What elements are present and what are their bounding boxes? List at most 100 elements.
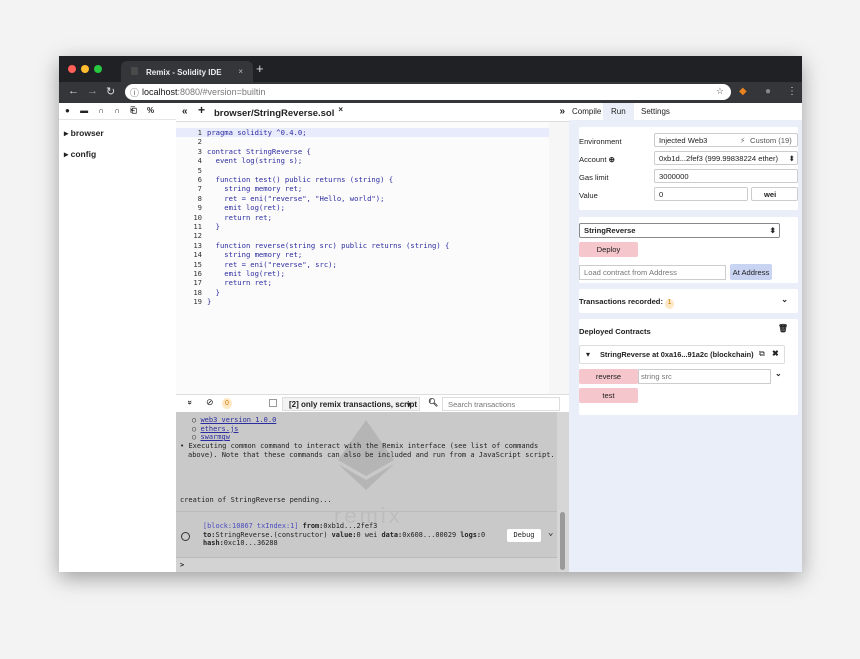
reverse-function-button[interactable]: reverse <box>579 369 638 384</box>
profile-avatar-icon[interactable]: ● <box>765 86 771 97</box>
expand-tx-chevron-icon[interactable]: ⌄ <box>548 528 553 538</box>
ethers-link[interactable]: ethers.js <box>200 425 238 433</box>
url-field[interactable]: ⓘ localhost:8080/#version=builtin ☆ <box>125 84 731 100</box>
value-unit-select[interactable]: wei <box>751 187 798 201</box>
chrome-menu-icon[interactable]: ⋮ <box>787 86 797 97</box>
remove-instance-icon[interactable]: ✖ <box>772 349 779 358</box>
terminal-scrollbar-thumb[interactable] <box>560 512 565 570</box>
info-icon[interactable]: ⓘ <box>130 86 139 99</box>
code-line[interactable]: 7 string memory ret; <box>176 184 549 193</box>
tab-run[interactable]: Run <box>603 103 634 120</box>
code-line[interactable]: 13 function reverse(string src) public r… <box>176 241 549 250</box>
code-line[interactable]: 12 <box>176 231 549 240</box>
forward-arrow-icon[interactable]: → <box>87 85 98 97</box>
close-window-button[interactable] <box>68 65 76 73</box>
code-line[interactable]: 19} <box>176 297 549 306</box>
github-gist-icon[interactable]: ∩ <box>98 106 104 115</box>
code-line[interactable]: 5 <box>176 166 549 175</box>
publish-gist-icon[interactable]: ∩ <box>114 106 120 115</box>
line-number: 14 <box>193 250 202 260</box>
terminal-scrollbar[interactable] <box>557 412 569 572</box>
tab-compile[interactable]: Compile <box>572 107 601 116</box>
back-arrow-icon[interactable]: ← <box>68 85 79 97</box>
transactions-recorded-card[interactable]: Transactions recorded: 1 ⌄ <box>579 289 798 313</box>
gas-limit-input[interactable]: 3000000 <box>654 169 798 183</box>
debug-button[interactable]: Debug <box>507 529 541 542</box>
expand-args-chevron-icon[interactable]: ⌄ <box>775 369 782 378</box>
deployed-instance-header[interactable]: ▾ StringReverse at 0xa16...91a2c (blockc… <box>579 345 785 364</box>
code-line[interactable]: 16 emit log(ret); <box>176 269 549 278</box>
code-line[interactable]: 6 function test() public returns (string… <box>176 175 549 184</box>
close-tab-icon[interactable]: × <box>238 67 243 76</box>
code-line[interactable]: 2 <box>176 137 549 146</box>
reverse-args-input[interactable] <box>638 369 771 384</box>
close-editor-tab-icon[interactable]: × <box>338 105 343 114</box>
add-account-icon[interactable]: ⊕ <box>609 155 615 164</box>
at-address-button[interactable]: At Address <box>730 264 772 280</box>
web3-link[interactable]: web3 version 1.0.0 <box>200 416 276 424</box>
editor-scrollbar[interactable] <box>549 122 569 394</box>
code-line[interactable]: 18 } <box>176 288 549 297</box>
tree-item-browser[interactable]: ▸ browser <box>64 128 176 139</box>
line-number: 4 <box>197 156 202 166</box>
tx-log-entry[interactable]: [block:10867 txIndex:1] from:0xb1d...2fe… <box>176 522 569 552</box>
clear-console-icon[interactable]: ⊘ <box>206 397 214 408</box>
toggle-terminal-icon[interactable]: » <box>186 400 195 404</box>
listen-checkbox[interactable] <box>269 399 277 407</box>
editor-tab-stringreverse[interactable]: browser/StringReverse.sol × <box>214 105 343 119</box>
code-editor[interactable]: 1 pragma solidity ^0.4.0; 2 3 contract Strin… <box>176 122 549 394</box>
minimize-window-button[interactable] <box>81 65 89 73</box>
file-explorer-panel: ● ▬ ∩ ∩ ⎗ % ▸ browser ▸ config <box>59 103 176 572</box>
create-file-icon[interactable]: ● <box>65 106 70 115</box>
tx-from: 0xb1d...2fef3 <box>323 522 378 530</box>
url-host: localhost <box>142 87 178 97</box>
expand-chevron-icon[interactable]: ⌄ <box>781 295 788 304</box>
copy-address-icon[interactable]: ⧉ <box>759 349 765 359</box>
code-line[interactable]: 4 event log(string s); <box>176 156 549 165</box>
code-line[interactable]: 15 ret = eni("reverse", src); <box>176 260 549 269</box>
code-line[interactable]: 10 return ret; <box>176 213 549 222</box>
collapse-right-panel-icon[interactable]: » <box>559 106 565 117</box>
add-file-icon[interactable]: + <box>198 103 205 117</box>
tree-item-config[interactable]: ▸ config <box>64 149 176 160</box>
tab-settings[interactable]: Settings <box>641 107 670 116</box>
open-folder-icon[interactable]: ▬ <box>80 106 88 115</box>
line-number: 16 <box>193 269 202 278</box>
trash-icon[interactable]: 🗑︎ <box>778 324 788 333</box>
terminal-console[interactable]: ○ web3 version 1.0.0 ○ ethers.js ○ swarm… <box>176 412 569 572</box>
bookmark-star-icon[interactable]: ☆ <box>716 86 724 97</box>
code-line[interactable]: 3 contract StringReverse { <box>176 147 549 156</box>
swarmgw-link[interactable]: swarmgw <box>200 433 230 441</box>
maximize-window-button[interactable] <box>94 65 102 73</box>
collapse-left-panel-icon[interactable]: « <box>182 106 188 117</box>
search-transactions-input[interactable] <box>442 397 560 411</box>
environment-select[interactable]: Injected Web3 ⚡︎ Custom (19) <box>654 133 798 147</box>
deploy-button[interactable]: Deploy <box>579 242 638 257</box>
code-line[interactable]: 17 return ret; <box>176 278 549 287</box>
account-label: Account ⊕ <box>579 155 615 164</box>
test-function-button[interactable]: test <box>579 388 638 403</box>
browser-titlebar: Remix - Solidity IDE × + <box>59 56 802 82</box>
line-number: 15 <box>193 259 202 269</box>
code-text: string memory ret; <box>207 250 303 260</box>
browser-tab[interactable]: Remix - Solidity IDE × <box>121 61 253 82</box>
code-line[interactable]: 14 string memory ret; <box>176 250 549 259</box>
metamask-extension-icon[interactable]: ◆ <box>739 86 747 97</box>
terminal-prompt-row[interactable]: > <box>176 557 557 572</box>
load-contract-address-input[interactable] <box>579 265 726 280</box>
copy-files-icon[interactable]: ⎗ <box>130 106 136 115</box>
address-bar-row: ← → ↻ ⓘ localhost:8080/#version=builtin … <box>59 82 802 103</box>
code-line[interactable]: 1 pragma solidity ^0.4.0; <box>176 128 549 138</box>
contract-select[interactable]: StringReverse ⬍ <box>579 223 780 238</box>
code-line[interactable]: 11 } <box>176 222 549 231</box>
terminal-info-text: Executing common command to interact wit… <box>188 442 555 459</box>
account-select[interactable]: 0xb1d...2fef3 (999.99838224 ether) ⬍ <box>654 151 798 165</box>
filter-dropdown[interactable]: [2] only remix transactions, script ▾ <box>282 397 420 411</box>
code-line[interactable]: 8 ret = eni("reverse", "Hello, world"); <box>176 194 549 203</box>
connect-localhost-icon[interactable]: % <box>147 106 154 115</box>
new-tab-button[interactable]: + <box>256 61 264 76</box>
code-line[interactable]: 9 emit log(ret); <box>176 203 549 212</box>
reload-icon[interactable]: ↻ <box>106 85 115 98</box>
line-number: 19 <box>193 297 202 307</box>
value-input[interactable]: 0 <box>654 187 748 201</box>
